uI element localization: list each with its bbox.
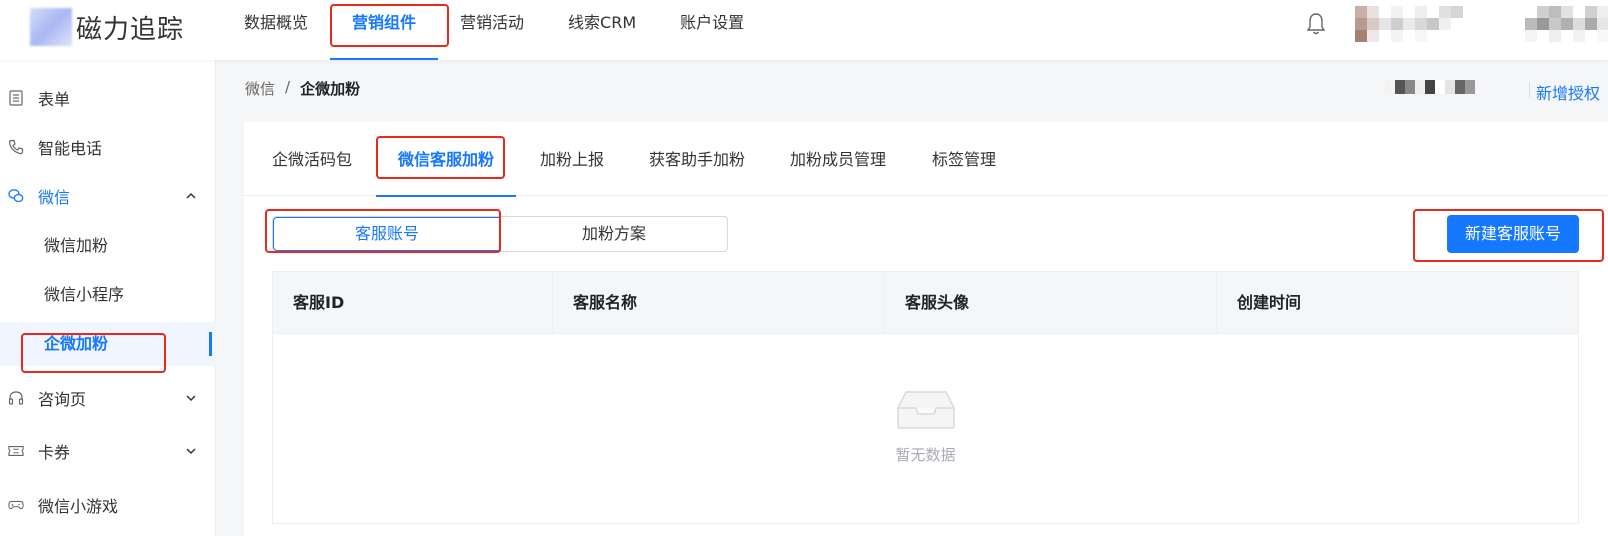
topnav-item-marketing-activities[interactable]: 营销活动 (438, 0, 546, 60)
breadcrumb-parent[interactable]: 微信 (245, 78, 275, 99)
topnav-item-overview[interactable]: 数据概览 (222, 0, 330, 60)
gamepad-icon (8, 497, 24, 513)
user-name[interactable] (1525, 6, 1608, 42)
new-authorization-link[interactable]: 新增授权 (1536, 80, 1600, 104)
sidebar-item-wechat-minigame[interactable]: 微信小游戏 (0, 485, 216, 525)
logo[interactable]: 磁力追踪 (30, 8, 184, 46)
sidebar-item-coupon[interactable]: 卡券 (0, 431, 216, 471)
sidebar-item-label: 表单 (38, 90, 71, 109)
breadcrumb-current: 企微加粉 (300, 80, 361, 98)
segment-fans-plan[interactable]: 加粉方案 (501, 217, 727, 251)
headset-icon (8, 390, 24, 406)
annotation-box-tab (376, 136, 505, 179)
phone-icon (8, 139, 24, 155)
column-header-service-name: 客服名称 (553, 272, 885, 334)
top-nav: 数据概览 营销组件 营销活动 线索CRM 账户设置 (222, 0, 766, 60)
tab-fans-report[interactable]: 加粉上报 (540, 122, 604, 196)
breadcrumb: 微信 / 企微加粉 (245, 78, 360, 99)
chevron-down-icon (186, 448, 196, 455)
table-header: 客服ID 客服名称 客服头像 创建时间 (273, 272, 1578, 334)
column-header-created-time: 创建时间 (1237, 293, 1302, 312)
sidebar: 表单 智能电话 微信 微信加粉 微信小程序 企微加粉 咨询页 卡券 微信小游戏 (0, 60, 216, 536)
bell-icon[interactable] (1305, 12, 1327, 36)
sidebar-item-smart-phone[interactable]: 智能电话 (0, 127, 216, 167)
wechat-icon (8, 188, 24, 204)
ticket-icon (8, 443, 24, 459)
annotation-box-sidebar (21, 333, 166, 373)
sidebar-item-wechat[interactable]: 微信 (0, 176, 216, 216)
sidebar-item-label: 咨询页 (38, 390, 87, 409)
account-selector[interactable] (1385, 80, 1475, 94)
column-header-service-id: 客服ID (273, 272, 553, 334)
sidebar-item-label: 微信小游戏 (38, 497, 119, 516)
empty-inbox-icon (897, 391, 955, 429)
sidebar-subitem-wechat-miniprogram[interactable]: 微信小程序 (0, 273, 216, 317)
logo-mark-icon (30, 8, 72, 46)
user-avatar[interactable] (1355, 6, 1463, 42)
sidebar-item-label: 卡券 (38, 443, 71, 462)
column-header-service-avatar: 客服头像 (885, 272, 1217, 334)
tab-wecom-code-pack[interactable]: 企微活码包 (272, 122, 352, 196)
topnav-item-crm[interactable]: 线索CRM (546, 0, 658, 60)
sidebar-item-label: 智能电话 (38, 139, 103, 158)
tab-fans-member-management[interactable]: 加粉成员管理 (790, 122, 886, 196)
sidebar-item-form[interactable]: 表单 (0, 78, 216, 118)
empty-state: 暂无数据 (273, 334, 1578, 524)
sidebar-subitem-wechat-fans[interactable]: 微信加粉 (0, 224, 216, 268)
sidebar-item-label: 微信 (38, 188, 71, 207)
empty-text: 暂无数据 (895, 446, 956, 464)
tab-tag-management[interactable]: 标签管理 (932, 122, 996, 196)
main-panel: 企微活码包 微信客服加粉 加粉上报 获客助手加粉 加粉成员管理 标签管理 客服账… (244, 122, 1608, 536)
annotation-box-topnav (330, 4, 449, 47)
chevron-up-icon (186, 192, 196, 199)
chevron-down-icon (186, 395, 196, 402)
breadcrumb-separator: / (285, 78, 291, 96)
annotation-box-create-button (1413, 209, 1604, 262)
topnav-item-account-settings[interactable]: 账户设置 (658, 0, 766, 60)
top-header: 磁力追踪 数据概览 营销组件 营销活动 线索CRM 账户设置 (0, 0, 1608, 60)
annotation-box-segment (265, 209, 501, 253)
service-account-table: 客服ID 客服名称 客服头像 创建时间 暂无数据 (272, 271, 1579, 524)
logo-text: 磁力追踪 (76, 14, 185, 45)
tab-acquisition-assistant[interactable]: 获客助手加粉 (649, 122, 745, 196)
form-icon (8, 90, 24, 106)
divider (1529, 82, 1530, 98)
sidebar-item-consult-page[interactable]: 咨询页 (0, 378, 216, 418)
